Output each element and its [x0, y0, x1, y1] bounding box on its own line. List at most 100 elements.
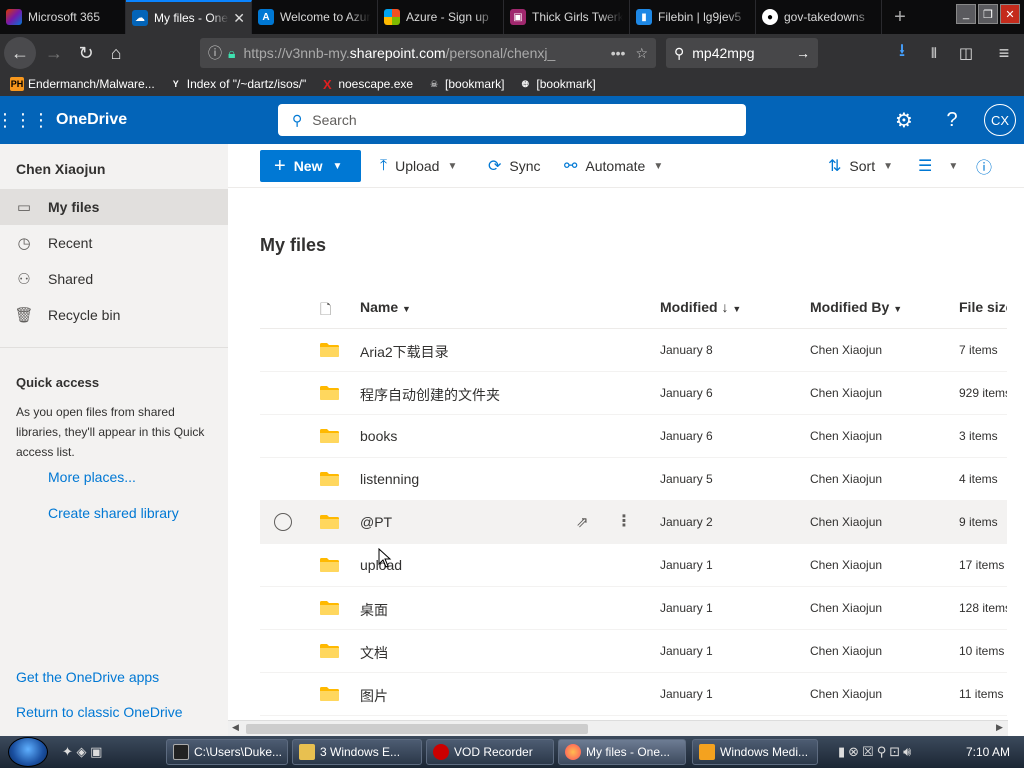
file-name[interactable]: 桌面: [360, 600, 388, 620]
file-name[interactable]: 文档: [360, 643, 388, 663]
bookmark-malware[interactable]: PH Endermanch/Malware...: [10, 77, 155, 91]
minimize-button[interactable]: _: [956, 4, 976, 24]
bookmark-star-icon[interactable]: ☆: [635, 45, 648, 62]
sidebar-item-recent[interactable]: ◷ Recent: [0, 225, 228, 261]
new-tab-button[interactable]: +: [882, 0, 918, 34]
info-pane-button[interactable]: ⓘ: [976, 150, 1000, 182]
bookmark-4[interactable]: ☠ [bookmark]: [427, 77, 504, 91]
settings-gear-icon[interactable]: ⚙: [888, 104, 920, 136]
bookmark-5[interactable]: 🌐︎ [bookmark]: [518, 77, 596, 91]
taskbar-button-cmd[interactable]: C:\Users\Duke...: [166, 739, 288, 765]
taskbar-button-media-player[interactable]: Windows Medi...: [692, 739, 818, 765]
get-onedrive-apps-link[interactable]: Get the OneDrive apps: [16, 669, 159, 685]
left-navigation: Chen Xiaojun ▭ My files ◷ Recent ⚇ Shared 🗑…: [0, 144, 228, 736]
taskbar-button-firefox[interactable]: My files - One...: [558, 739, 686, 765]
home-button[interactable]: ⌂: [100, 37, 132, 69]
page-actions-icon[interactable]: •••: [611, 45, 626, 61]
app-launcher-icon[interactable]: ⋮⋮⋮: [0, 96, 50, 144]
reload-button[interactable]: ↻: [70, 37, 102, 69]
horizontal-scrollbar[interactable]: ◀ ▶: [228, 720, 1008, 736]
info-icon[interactable]: ⓘ: [208, 43, 222, 63]
table-row[interactable]: 图片 January 1 Chen Xiaojun 11 items: [260, 673, 1024, 716]
upload-button[interactable]: ⤒ Upload ▼: [380, 150, 457, 182]
tab-azure-signup[interactable]: Azure - Sign up: [378, 0, 504, 34]
search-go-icon[interactable]: →: [796, 45, 810, 61]
quick-launch-icons[interactable]: ✦ ◈ ▣: [62, 744, 102, 760]
library-icon[interactable]: ⫴: [918, 37, 950, 69]
column-header-file-size[interactable]: File size: [959, 299, 1013, 315]
table-row[interactable]: 桌面 January 1 Chen Xiaojun 128 items: [260, 587, 1024, 630]
return-classic-link[interactable]: Return to classic OneDrive: [16, 704, 183, 720]
info-icon: ⓘ: [976, 160, 993, 177]
create-shared-library-link[interactable]: Create shared library: [48, 505, 179, 521]
browser-search-input[interactable]: ⚲ mp42mpg →: [666, 38, 818, 68]
close-window-button[interactable]: ✕: [1000, 4, 1020, 24]
clock[interactable]: 7:10 AM: [966, 745, 1010, 759]
sidebar-icon[interactable]: ◫: [950, 37, 982, 69]
tab-filebin[interactable]: ▮ Filebin | lg9jev5: [630, 0, 756, 34]
menu-icon[interactable]: ≡: [988, 37, 1020, 69]
row-select-checkbox[interactable]: [274, 513, 292, 531]
table-row[interactable]: upload January 1 Chen Xiaojun 17 items: [260, 544, 1024, 587]
tab-thick-girls[interactable]: ▣Thick Girls Twerking: [504, 0, 630, 34]
column-header-modified-by[interactable]: Modified By ▼: [810, 299, 902, 315]
bookmark-index-isos[interactable]: Y Index of "/~dartz/isos/": [169, 77, 307, 91]
taskbar-button-vod-recorder[interactable]: VOD Recorder: [426, 739, 554, 765]
sync-button[interactable]: ⟳ Sync: [488, 150, 541, 182]
automate-button[interactable]: ⚯ Automate ▼: [564, 150, 663, 182]
chevron-down-icon: ▼: [653, 160, 664, 172]
taskbar-button-explorer[interactable]: 3 Windows E...: [292, 739, 422, 765]
table-row[interactable]: 程序自动创建的文件夹 January 6 Chen Xiaojun 929 items: [260, 372, 1024, 415]
close-tab-icon[interactable]: ✕: [233, 10, 245, 27]
page-title: My files: [260, 235, 327, 255]
column-header-name[interactable]: Name ▼: [360, 299, 411, 315]
tab-microsoft-365[interactable]: Microsoft 365: [0, 0, 126, 34]
column-header-modified[interactable]: Modified ↓ ▼: [660, 299, 741, 315]
maximize-button[interactable]: ❐: [978, 4, 998, 24]
search-input[interactable]: ⚲ Search: [278, 104, 746, 136]
folder-icon: [320, 687, 339, 701]
modified-date: January 2: [660, 515, 713, 529]
back-button[interactable]: ←: [4, 37, 36, 69]
table-row[interactable]: books January 6 Chen Xiaojun 3 items: [260, 415, 1024, 458]
tab-gov-takedowns[interactable]: ● gov-takedowns: [756, 0, 882, 34]
help-icon[interactable]: ?: [936, 104, 968, 136]
view-options-button[interactable]: ☰ ▼: [918, 150, 958, 182]
chevron-down-icon: ▼: [893, 304, 903, 314]
file-name[interactable]: @PT: [360, 514, 392, 530]
forward-button[interactable]: →: [38, 37, 70, 69]
sort-icon: ⇅: [828, 158, 842, 175]
scrollbar-thumb[interactable]: [246, 724, 588, 734]
file-name[interactable]: 程序自动创建的文件夹: [360, 385, 500, 405]
list-header: 🗋︎ Name ▼ Modified ↓ ▼ Modified By ▼ Fil…: [260, 285, 1024, 329]
scroll-right-icon[interactable]: ▶: [996, 722, 1003, 733]
table-row[interactable]: 文档 January 1 Chen Xiaojun 10 items: [260, 630, 1024, 673]
new-button[interactable]: + New ▼: [260, 150, 361, 182]
sidebar-item-shared[interactable]: ⚇ Shared: [0, 261, 228, 297]
more-actions-icon[interactable]: ⋮: [616, 511, 632, 531]
start-button[interactable]: [8, 737, 48, 767]
address-bar[interactable]: ⓘ 🔒︎ https://v3nnb-my.sharepoint.com/per…: [200, 38, 656, 68]
sidebar-item-my-files[interactable]: ▭ My files: [0, 189, 228, 225]
tab-welcome-azure[interactable]: A Welcome to Azure: [252, 0, 378, 34]
share-icon[interactable]: ⇗: [576, 513, 589, 531]
file-name[interactable]: 图片: [360, 686, 388, 706]
more-places-link[interactable]: More places...: [48, 469, 136, 485]
downloads-icon[interactable]: ⭳: [886, 37, 918, 69]
vertical-scrollbar[interactable]: [1007, 188, 1024, 724]
sidebar-item-recycle-bin[interactable]: 🗑︎ Recycle bin: [0, 297, 228, 333]
app-name[interactable]: OneDrive: [56, 111, 127, 129]
bookmark-noescape[interactable]: Xnoescape.exe: [320, 77, 413, 92]
avatar[interactable]: CX: [984, 104, 1016, 136]
scroll-left-icon[interactable]: ◀: [232, 722, 239, 733]
table-row[interactable]: Aria2下载目录 January 8 Chen Xiaojun 7 items: [260, 329, 1024, 372]
table-row[interactable]: @PT ⇗ ⋮ January 2 Chen Xiaojun 9 items: [260, 501, 1024, 544]
file-name[interactable]: listenning: [360, 471, 419, 487]
file-name[interactable]: Aria2下载目录: [360, 342, 449, 362]
file-name[interactable]: books: [360, 428, 397, 444]
sort-button[interactable]: ⇅ Sort ▼: [828, 150, 893, 182]
table-row[interactable]: listenning January 5 Chen Xiaojun 4 items: [260, 458, 1024, 501]
system-tray-icons[interactable]: ▮⊗☒⚲⊡🔊︎: [838, 744, 914, 760]
tab-my-files[interactable]: ☁My files - OneDrive✕: [126, 0, 252, 34]
file-type-header-icon[interactable]: 🗋︎: [320, 299, 331, 323]
